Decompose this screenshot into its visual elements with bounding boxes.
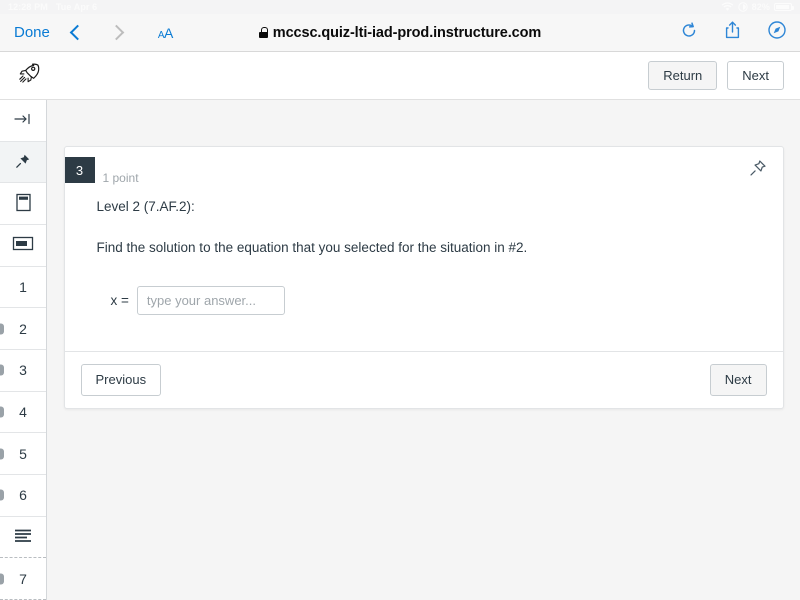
sidebar-item-label: 3 [19, 362, 27, 379]
question-prompt: Find the solution to the equation that y… [96, 240, 528, 255]
sidebar-item-question-2[interactable]: 2 [0, 308, 46, 351]
sidebar-item-question-7[interactable]: 7 [0, 558, 46, 600]
rotation-lock-icon [737, 2, 748, 12]
rocket-icon[interactable] [16, 60, 42, 91]
question-card: 3 1 point Level 2 (7.AF.2): Find the sol… [63, 146, 784, 409]
compass-icon[interactable] [768, 21, 786, 44]
sidebar-item-label: 1 [19, 279, 27, 296]
answer-label: x = [110, 293, 129, 309]
sidebar-item-question-4[interactable]: 4 [0, 392, 46, 434]
sidebar-item-list[interactable] [0, 517, 46, 559]
share-icon[interactable] [725, 21, 740, 44]
sidebar-item-label: 4 [19, 404, 27, 421]
answer-row: x = [97, 286, 751, 316]
lock-icon [258, 27, 268, 38]
list-lines-icon [13, 528, 33, 546]
chevron-right-icon [108, 24, 125, 41]
question-card-footer: Previous Next [64, 351, 783, 408]
previous-button[interactable]: Previous [80, 364, 162, 396]
question-points: 1 point [102, 171, 139, 185]
question-number-badge: 3 [64, 157, 95, 183]
browser-toolbar: Done AA mccsc.quiz-lti-iad-prod.instruct… [0, 14, 800, 52]
answered-marker [0, 323, 4, 335]
ios-status-bar: 12:28 PM Tue Apr 6 82% [0, 0, 800, 14]
done-button[interactable]: Done [14, 24, 50, 41]
sidebar-item-note[interactable] [0, 183, 46, 226]
status-bar-left: 12:28 PM Tue Apr 6 [8, 2, 97, 12]
question-header: 3 1 point [64, 157, 751, 185]
sidebar-item-label: 7 [19, 570, 27, 587]
sidebar-item-question-5[interactable]: 5 [0, 433, 46, 476]
question-level: Level 2 (7.AF.2): [96, 199, 195, 214]
browser-toolbar-right [681, 21, 786, 44]
status-bar-time: 12:28 PM [8, 2, 48, 12]
status-bar-right: 82% [721, 2, 794, 12]
note-icon [15, 193, 32, 215]
url-text: mccsc.quiz-lti-iad-prod.instructure.com [272, 24, 542, 41]
browser-nav-buttons [69, 24, 125, 41]
app-toolbar: Return Next [0, 52, 800, 100]
battery-icon [774, 3, 794, 11]
answered-marker [0, 406, 4, 418]
next-button[interactable]: Next [709, 364, 767, 396]
answered-marker [0, 448, 4, 460]
question-sidebar: 1 2 3 4 5 6 7 [0, 100, 47, 600]
screen: 12:28 PM Tue Apr 6 82% Done AA mccsc.qui… [0, 0, 800, 600]
pin-icon [15, 153, 31, 172]
answered-marker [0, 573, 4, 585]
sidebar-item-label: 5 [19, 445, 27, 462]
question-card-body: 3 1 point Level 2 (7.AF.2): Find the sol… [64, 147, 783, 351]
body: 1 2 3 4 5 6 7 3 1 point Level 2 (7.AF.2)… [0, 100, 800, 600]
sidebar-item-pin[interactable] [0, 141, 46, 184]
collapse-arrow-icon [14, 112, 32, 129]
answer-input[interactable] [136, 286, 285, 316]
sidebar-item-question-1[interactable]: 1 [0, 267, 46, 309]
quiz-content: 3 1 point Level 2 (7.AF.2): Find the sol… [47, 100, 800, 600]
sidebar-item-collapse[interactable] [0, 100, 46, 142]
flag-card-icon [12, 236, 34, 254]
next-button-toolbar[interactable]: Next [727, 60, 784, 91]
sidebar-item-question-6[interactable]: 6 [0, 475, 46, 517]
sidebar-item-flag-card[interactable] [0, 225, 46, 267]
sidebar-item-question-3[interactable]: 3 [0, 350, 46, 392]
answered-marker [0, 364, 4, 376]
answered-marker [0, 489, 4, 501]
pin-question-button[interactable] [749, 159, 769, 179]
sidebar-item-label: 6 [19, 487, 27, 504]
chevron-left-icon[interactable] [69, 24, 86, 41]
status-bar-date: Tue Apr 6 [55, 2, 98, 12]
wifi-icon [721, 2, 734, 12]
return-button[interactable]: Return [648, 60, 718, 91]
sidebar-item-label: 2 [19, 320, 27, 337]
status-bar-battery-percent: 82% [751, 2, 770, 12]
reload-icon[interactable] [681, 21, 697, 44]
app-toolbar-actions: Return Next [648, 60, 784, 91]
text-size-button[interactable]: AA [158, 25, 174, 41]
